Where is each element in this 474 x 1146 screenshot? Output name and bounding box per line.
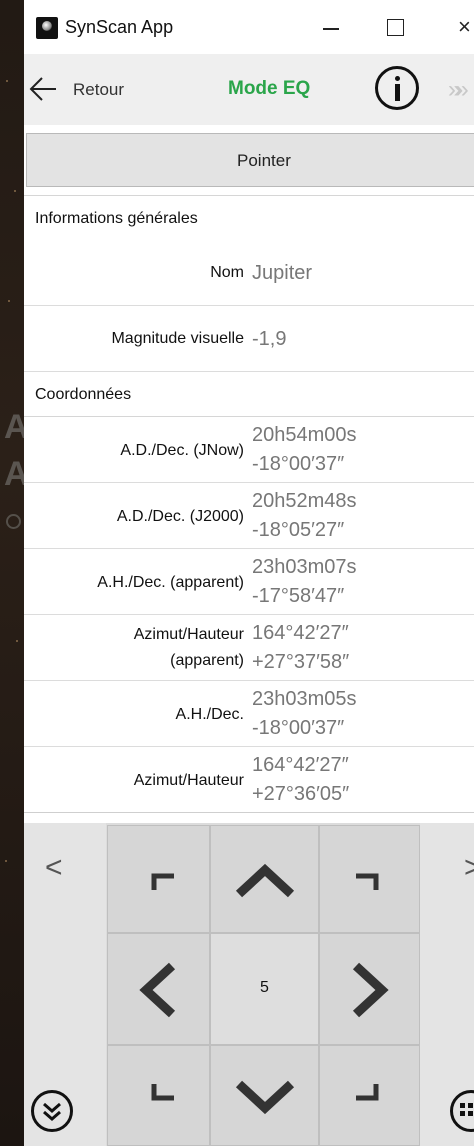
star	[14, 190, 16, 192]
info-icon[interactable]	[375, 66, 419, 110]
corner-up-left-icon	[151, 873, 174, 890]
coord-row: Azimut/Hauteur (apparent) 164°42′27″ +27…	[24, 615, 474, 681]
coord-row: A.D./Dec. (JNow) 20h54m00s -18°00′37″	[24, 417, 474, 483]
move-up-right-button[interactable]	[319, 825, 420, 933]
background-letter: A	[4, 455, 24, 493]
grid-icon	[460, 1103, 473, 1116]
row-label: A.D./Dec. (JNow)	[120, 442, 244, 459]
keypad-button[interactable]	[450, 1090, 474, 1132]
section-header-general: Informations générales	[24, 195, 474, 241]
back-arrow-icon[interactable]	[28, 74, 58, 104]
row-label: A.H./Dec. (apparent)	[97, 574, 244, 591]
row-value-primary: 23h03m05s	[252, 688, 357, 710]
row-label: Azimut/Hauteur	[133, 772, 244, 789]
star	[6, 80, 8, 82]
row-value-secondary: +27°37′58″	[252, 651, 350, 673]
move-up-button[interactable]	[210, 825, 319, 933]
row-value-secondary: -18°00′37″	[252, 717, 345, 739]
arrow-left-icon	[139, 962, 176, 1018]
move-up-left-button[interactable]	[107, 825, 210, 933]
row-value-primary: 164°42′27″	[252, 754, 349, 776]
double-chevron-down-icon	[43, 1102, 61, 1121]
row-label: Nom	[210, 264, 244, 281]
row-value-secondary: -18°05′27″	[252, 519, 345, 541]
app-logo-icon	[36, 17, 58, 39]
back-button[interactable]: Retour	[73, 80, 124, 100]
collapse-pad-button[interactable]	[31, 1090, 73, 1132]
move-right-button[interactable]	[319, 933, 420, 1045]
star	[8, 300, 10, 302]
row-value-secondary: -18°00′37″	[252, 453, 345, 475]
coord-row: A.H./Dec. (apparent) 23h03m07s -17°58′47…	[24, 549, 474, 615]
row-value-secondary: +27°36′05″	[252, 783, 350, 805]
goto-button[interactable]: Pointer	[26, 133, 474, 187]
move-down-button[interactable]	[210, 1045, 319, 1146]
move-down-left-button[interactable]	[107, 1045, 210, 1146]
section-title: Informations générales	[35, 210, 198, 227]
background-letter: A	[4, 408, 24, 446]
coord-row: A.D./Dec. (J2000) 20h52m48s -18°05′27″	[24, 483, 474, 549]
speed-value: 5	[260, 979, 269, 996]
close-button[interactable]: ×	[458, 14, 471, 40]
star	[16, 640, 18, 642]
row-value-primary: 164°42′27″	[252, 622, 349, 644]
row-label: A.H./Dec.	[175, 706, 244, 723]
background-globe-icon	[6, 514, 21, 529]
previous-chevron-icon[interactable]: <	[45, 851, 63, 885]
row-value: Jupiter	[252, 262, 313, 284]
coord-row: A.H./Dec. 23h03m05s -18°00′37″	[24, 681, 474, 747]
corner-up-right-icon	[356, 873, 379, 890]
desktop-background: A A	[0, 0, 24, 1146]
arrow-down-icon	[235, 1080, 295, 1115]
minimize-button[interactable]	[319, 16, 343, 40]
synscan-window: SynScan App × Retour Mode EQ »» Pointer …	[24, 0, 474, 1146]
info-row: Nom Jupiter	[24, 240, 474, 306]
section-title: Coordonnées	[35, 386, 132, 403]
row-label: Azimut/Hauteur	[133, 626, 244, 643]
corner-down-right-icon	[356, 1084, 379, 1101]
mode-title: Mode EQ	[228, 78, 311, 99]
coord-row: Azimut/Hauteur 164°42′27″ +27°36′05″	[24, 747, 474, 812]
arrow-up-icon	[235, 863, 295, 898]
row-value: -1,9	[252, 328, 287, 350]
row-label: A.D./Dec. (J2000)	[116, 508, 244, 525]
row-value-primary: 20h54m00s	[252, 424, 357, 446]
maximize-button[interactable]	[387, 19, 404, 36]
star	[5, 860, 7, 862]
speed-display[interactable]: 5	[210, 933, 319, 1045]
section-header-coordinates: Coordonnées	[24, 372, 474, 417]
info-row: Magnitude visuelle -1,9	[24, 306, 474, 372]
arrow-right-icon	[352, 962, 389, 1018]
row-label: Magnitude visuelle	[111, 330, 244, 347]
move-left-button[interactable]	[107, 933, 210, 1045]
row-value-secondary: -17°58′47″	[252, 585, 345, 607]
corner-down-left-icon	[151, 1084, 174, 1101]
window-title: SynScan App	[65, 17, 174, 37]
row-value-primary: 20h52m48s	[252, 490, 357, 512]
row-label-sub: (apparent)	[170, 652, 244, 669]
forward-icon[interactable]: »»	[448, 76, 469, 104]
row-value-primary: 23h03m07s	[252, 556, 357, 578]
nav-bar: Retour Mode EQ »»	[24, 54, 474, 125]
direction-pad: < > 5	[24, 823, 474, 1146]
goto-button-label: Pointer	[237, 151, 291, 170]
title-bar: SynScan App ×	[24, 0, 474, 54]
move-down-right-button[interactable]	[319, 1045, 420, 1146]
next-chevron-icon[interactable]: >	[464, 851, 474, 885]
